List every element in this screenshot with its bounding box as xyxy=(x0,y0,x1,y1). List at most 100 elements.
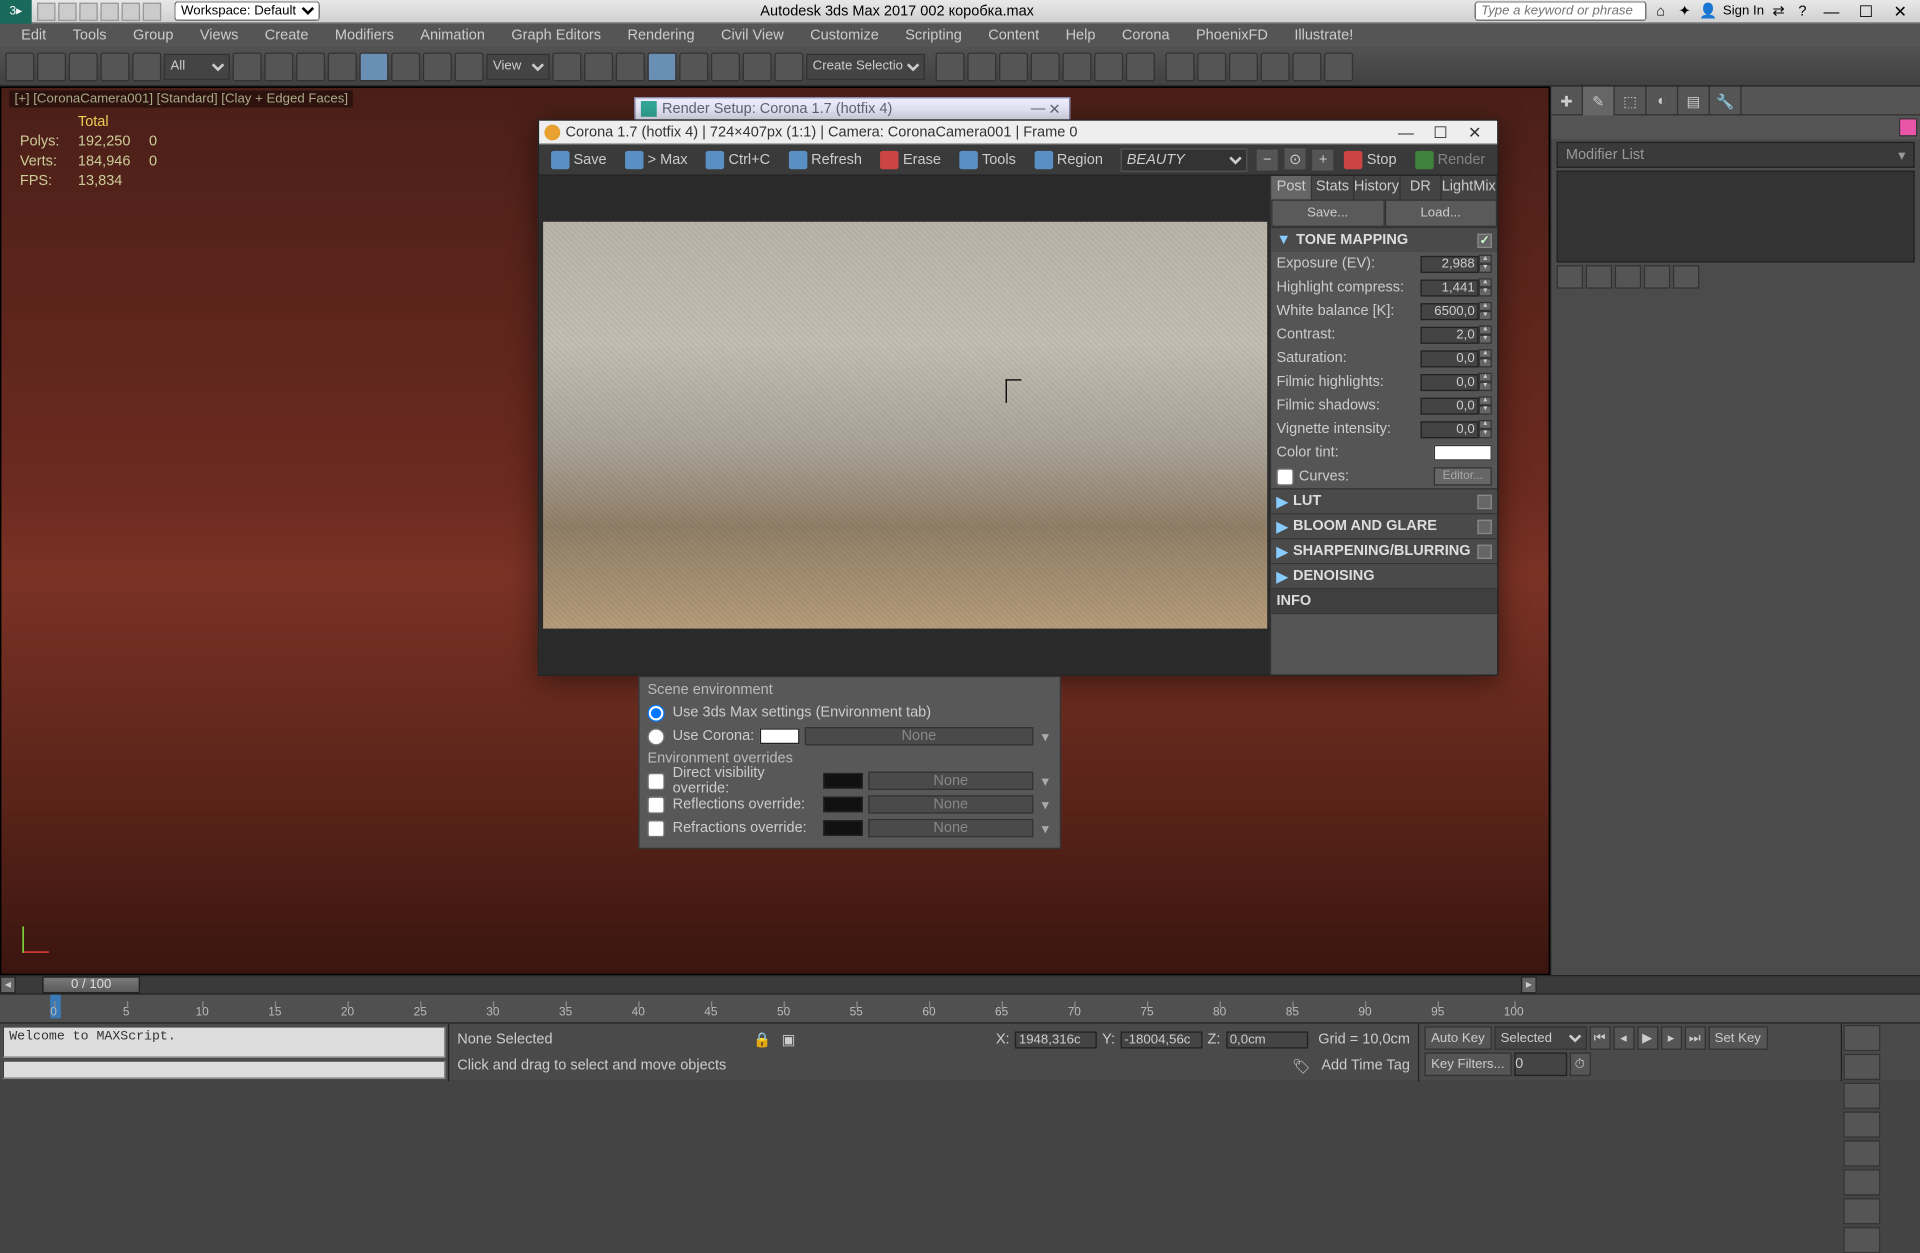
tone-param-input[interactable] xyxy=(1421,326,1479,343)
mirror-icon[interactable] xyxy=(936,52,965,81)
x-input[interactable] xyxy=(1015,1031,1097,1048)
menu-customize[interactable]: Customize xyxy=(797,25,892,46)
spinner-snap-icon[interactable] xyxy=(743,52,772,81)
vfb-tools-button[interactable]: Tools xyxy=(950,146,1025,172)
z-input[interactable] xyxy=(1226,1031,1308,1048)
material-editor-icon[interactable] xyxy=(1126,52,1155,81)
display-tab-icon[interactable]: ▤ xyxy=(1678,87,1710,116)
link-icon[interactable] xyxy=(69,52,98,81)
spinner-down-icon[interactable]: ▾ xyxy=(1479,429,1492,438)
show-end-result-icon[interactable] xyxy=(1586,265,1612,289)
layers-icon[interactable] xyxy=(999,52,1028,81)
spinner-down-icon[interactable]: ▾ xyxy=(1479,264,1492,273)
lut-header[interactable]: ▶LUT xyxy=(1271,489,1497,513)
zoom-in-icon[interactable]: + xyxy=(1313,149,1334,170)
infocenter-icon[interactable]: ⌂ xyxy=(1652,2,1670,20)
prev-frame-icon[interactable]: ◂ xyxy=(1613,1026,1634,1050)
vfb-save-button[interactable]: Save xyxy=(542,146,616,172)
zoom-extents-icon[interactable] xyxy=(1843,1169,1880,1195)
make-unique-icon[interactable] xyxy=(1615,265,1641,289)
keyboard-icon[interactable] xyxy=(616,52,645,81)
snap-3d-icon[interactable] xyxy=(647,52,676,81)
manipulate-icon[interactable] xyxy=(584,52,613,81)
signin-icon[interactable]: 👤 xyxy=(1699,2,1717,20)
rendered-frame-icon[interactable] xyxy=(1197,52,1226,81)
named-selection-sets[interactable]: Create Selection Se xyxy=(806,53,925,79)
y-input[interactable] xyxy=(1120,1031,1202,1048)
menu-grapheditors[interactable]: Graph Editors xyxy=(498,25,614,46)
spinner-up-icon[interactable]: ▴ xyxy=(1479,255,1492,264)
help-icon[interactable]: ? xyxy=(1793,2,1811,20)
vfb-maximize-button[interactable]: ☐ xyxy=(1423,123,1457,141)
vfb-minimize-button[interactable]: — xyxy=(1389,123,1423,141)
signin-label[interactable]: Sign In xyxy=(1723,4,1764,18)
qat-link-icon[interactable] xyxy=(143,2,161,20)
exchange-icon[interactable]: ⇄ xyxy=(1769,2,1787,20)
menu-help[interactable]: Help xyxy=(1052,25,1108,46)
vfb-render-button[interactable]: Render xyxy=(1406,146,1495,172)
menu-scripting[interactable]: Scripting xyxy=(892,25,975,46)
window-crossing-icon[interactable] xyxy=(328,52,357,81)
tone-param-input[interactable] xyxy=(1421,350,1479,367)
object-color-swatch[interactable] xyxy=(1899,118,1917,136)
spinner-down-icon[interactable]: ▾ xyxy=(1479,311,1492,320)
curves-checkbox[interactable] xyxy=(1276,468,1293,485)
add-time-tag[interactable]: Add Time Tag xyxy=(1321,1058,1410,1074)
tone-param-input[interactable] xyxy=(1421,421,1479,438)
tone-param-input[interactable] xyxy=(1421,279,1479,296)
angle-snap-icon[interactable] xyxy=(679,52,708,81)
star-icon[interactable]: ✦ xyxy=(1675,2,1693,20)
pin-stack-icon[interactable] xyxy=(1557,265,1583,289)
zoom-out-icon[interactable]: − xyxy=(1257,149,1278,170)
menu-create[interactable]: Create xyxy=(252,25,322,46)
ribbon-icon[interactable] xyxy=(1031,52,1060,81)
menu-corona[interactable]: Corona xyxy=(1109,25,1183,46)
motion-tab-icon[interactable]: ◐ xyxy=(1646,87,1678,116)
utilities-tab-icon[interactable]: 🔧 xyxy=(1710,87,1742,116)
tone-param-input[interactable] xyxy=(1421,373,1479,390)
current-frame-input[interactable] xyxy=(1514,1052,1567,1076)
spinner-down-icon[interactable]: ▾ xyxy=(1479,287,1492,296)
menu-edit[interactable]: Edit xyxy=(8,25,59,46)
undo-icon[interactable] xyxy=(5,52,34,81)
create-tab-icon[interactable]: ✚ xyxy=(1551,87,1583,116)
colortint-swatch[interactable] xyxy=(1434,445,1492,461)
env-override-map-button[interactable]: None xyxy=(868,772,1033,790)
vfb-load-settings-button[interactable]: Load... xyxy=(1384,199,1497,227)
corona-env-swatch[interactable] xyxy=(759,728,799,744)
configure-sets-icon[interactable] xyxy=(1673,265,1699,289)
info-header[interactable]: INFO xyxy=(1271,589,1497,613)
zoom-reset-icon[interactable]: ⊙ xyxy=(1285,149,1306,170)
vfb-tab-history[interactable]: History xyxy=(1354,176,1401,200)
qat-open-icon[interactable] xyxy=(58,2,76,20)
render-setup-close-icon[interactable]: ✕ xyxy=(1045,100,1063,117)
autokey-button[interactable]: Auto Key xyxy=(1424,1026,1491,1050)
setkey-button[interactable]: Set Key xyxy=(1708,1026,1768,1050)
isolate-icon[interactable]: ▣ xyxy=(782,1031,796,1048)
qat-save-icon[interactable] xyxy=(79,2,97,20)
vfb-to-max-button[interactable]: > Max xyxy=(616,146,697,172)
env-override-swatch[interactable] xyxy=(823,820,863,836)
render-iterative-icon[interactable] xyxy=(1261,52,1290,81)
pan-icon[interactable] xyxy=(1843,1025,1880,1051)
qat-new-icon[interactable] xyxy=(37,2,55,20)
vfb-region-button[interactable]: Region xyxy=(1025,146,1112,172)
tone-param-input[interactable] xyxy=(1421,302,1479,319)
time-tag-icon[interactable]: 🏷 xyxy=(1292,1057,1310,1074)
env-override-checkbox[interactable] xyxy=(647,796,664,813)
spinner-up-icon[interactable]: ▴ xyxy=(1479,420,1492,429)
tone-param-input[interactable] xyxy=(1421,255,1479,272)
env-override-swatch[interactable] xyxy=(823,773,863,789)
goto-end-icon[interactable]: ⏭ xyxy=(1684,1026,1705,1050)
render-setup-icon[interactable] xyxy=(1165,52,1194,81)
time-slider-handle[interactable]: 0 / 100 xyxy=(42,976,140,993)
tone-mapping-header[interactable]: ▼TONE MAPPING✓ xyxy=(1271,228,1497,252)
rect-select-icon[interactable] xyxy=(296,52,325,81)
env-override-swatch[interactable] xyxy=(823,797,863,813)
modify-tab-icon[interactable]: ✎ xyxy=(1583,87,1615,116)
edit-named-sel-icon[interactable] xyxy=(774,52,803,81)
rotate-icon[interactable] xyxy=(391,52,420,81)
spinner-down-icon[interactable]: ▾ xyxy=(1479,358,1492,367)
menu-animation[interactable]: Animation xyxy=(407,25,498,46)
spinner-up-icon[interactable]: ▴ xyxy=(1479,302,1492,311)
